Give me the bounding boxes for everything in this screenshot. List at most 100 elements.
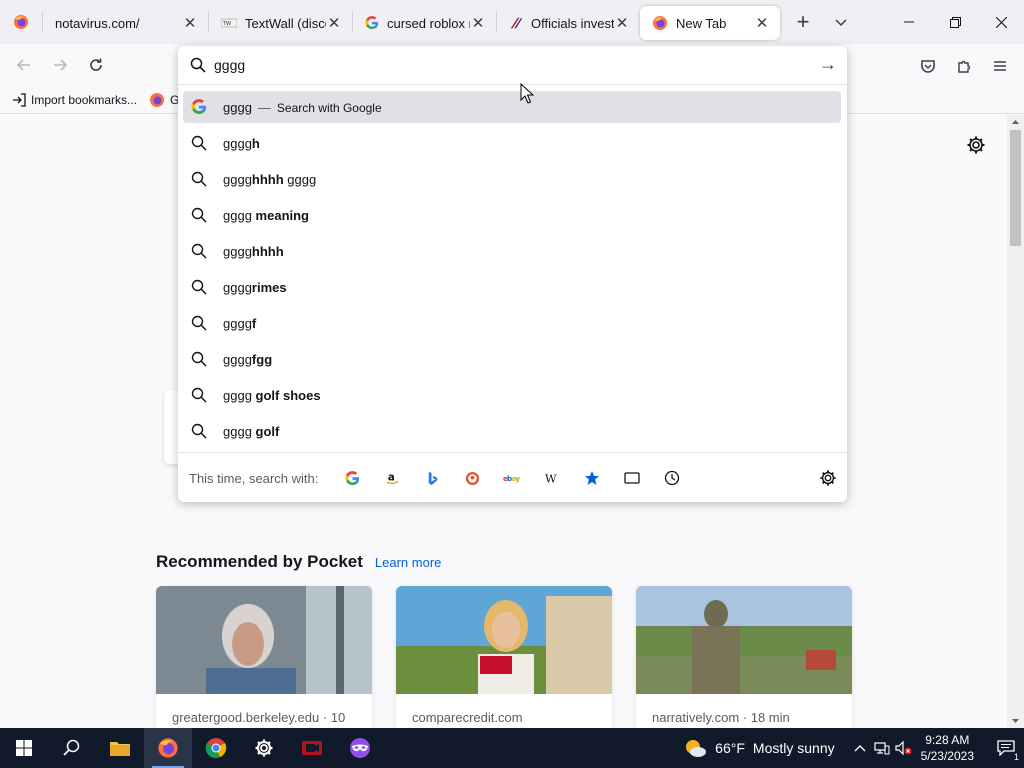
one-off-search-row: This time, search with: a ebay W xyxy=(178,461,847,495)
suggestion-row[interactable]: ggggfgg xyxy=(183,343,841,375)
svg-text:TW: TW xyxy=(222,21,231,27)
engine-ebay-button[interactable]: ebay xyxy=(492,463,532,493)
go-button[interactable]: → xyxy=(819,55,837,73)
engine-bing-button[interactable] xyxy=(412,463,452,493)
bing-icon xyxy=(428,471,438,485)
suggestion-completion: h xyxy=(251,135,260,151)
urlbar-popup: → gggg—Search with Googlegggghgggghhhh g… xyxy=(178,46,847,502)
suggestion-typed: gggg xyxy=(223,135,252,151)
private-browsing-taskbar-button[interactable] xyxy=(336,728,384,768)
pocket-button[interactable] xyxy=(910,48,946,84)
suggestion-row[interactable]: ggggf xyxy=(183,307,841,339)
suggestion-typed: gggg xyxy=(223,243,252,259)
suggestion-typed: gggg xyxy=(223,315,252,331)
scrollbar-thumb[interactable] xyxy=(1010,130,1021,246)
forward-button[interactable] xyxy=(42,47,78,83)
pocket-header: Recommended by Pocket Learn more xyxy=(156,552,441,572)
amazon-icon: a xyxy=(386,471,399,484)
mouse-cursor-icon xyxy=(520,83,534,104)
suggestion-row[interactable]: gggg — Search with Google xyxy=(183,91,841,123)
network-button[interactable] xyxy=(871,728,893,768)
scroll-up-icon[interactable] xyxy=(1007,115,1024,129)
suggestion-row[interactable]: ggggh xyxy=(183,127,841,159)
history-search-button[interactable] xyxy=(652,463,692,493)
suggestion-row[interactable]: gggg golf xyxy=(183,415,841,447)
tab-new-tab[interactable]: New Tab ✕ xyxy=(640,6,780,40)
suggestion-action: Search with Google xyxy=(276,100,382,115)
minimize-button[interactable] xyxy=(886,0,932,44)
pocket-card[interactable]: narratively.com · 18 min xyxy=(636,586,852,728)
screen-recorder-taskbar-button[interactable] xyxy=(288,728,336,768)
suggestion-typed: gggg xyxy=(223,99,252,115)
volume-button[interactable] xyxy=(893,728,915,768)
reload-button[interactable] xyxy=(78,47,114,83)
folder-icon xyxy=(110,742,130,756)
back-button[interactable] xyxy=(6,47,42,83)
close-icon[interactable]: ✕ xyxy=(470,14,486,32)
tab-officials-investigate[interactable]: Officials investig ✕ xyxy=(497,6,640,40)
app-menu-button[interactable] xyxy=(982,48,1018,84)
bookmarks-search-button[interactable] xyxy=(572,463,612,493)
close-icon[interactable]: ✕ xyxy=(614,14,630,32)
suggestion-row[interactable]: gggghhhh xyxy=(183,235,841,267)
scroll-down-icon[interactable] xyxy=(1007,714,1024,728)
firefox-icon xyxy=(14,15,28,29)
tab-title: TextWall (discon xyxy=(245,15,326,31)
restore-button[interactable] xyxy=(932,0,978,44)
settings-taskbar-button[interactable] xyxy=(240,728,288,768)
close-icon[interactable]: ✕ xyxy=(754,14,770,32)
tabs-search-button[interactable] xyxy=(612,463,652,493)
search-button[interactable] xyxy=(48,728,96,768)
weather-widget[interactable]: 66°F Mostly sunny xyxy=(683,738,835,758)
urlbar-input-row: → xyxy=(178,46,847,84)
duckduckgo-icon xyxy=(465,471,479,485)
pocket-card[interactable]: greatergood.berkeley.edu · 10 xyxy=(156,586,372,728)
start-button[interactable] xyxy=(0,728,48,768)
suggestion-row[interactable]: gggg meaning xyxy=(183,199,841,231)
network-icon xyxy=(874,742,890,755)
windows-logo-icon xyxy=(16,740,32,756)
suggestion-row[interactable]: gggghhhh gggg xyxy=(183,163,841,195)
engine-wikipedia-button[interactable]: W xyxy=(532,463,572,493)
clock[interactable]: 9:28 AM 5/23/2023 xyxy=(921,732,974,764)
chrome-taskbar-button[interactable] xyxy=(192,728,240,768)
show-hidden-icons-button[interactable] xyxy=(849,728,871,768)
minimize-icon xyxy=(904,21,914,23)
firefox-taskbar-button[interactable] xyxy=(144,728,192,768)
suggestion-row[interactable]: ggggrimes xyxy=(183,271,841,303)
divider xyxy=(178,84,847,85)
pocket-card[interactable]: comparecredit.com xyxy=(396,586,612,728)
tab-notavirus[interactable]: notavirus.com/ ✕ xyxy=(43,6,208,40)
card-source: comparecredit.com xyxy=(412,710,523,725)
new-tab-button[interactable]: + xyxy=(784,0,822,44)
tab-textwall[interactable]: TW TextWall (discon ✕ xyxy=(209,6,352,40)
url-input[interactable] xyxy=(214,55,804,75)
learn-more-link[interactable]: Learn more xyxy=(375,555,441,570)
extensions-button[interactable] xyxy=(946,48,982,84)
close-icon[interactable]: ✕ xyxy=(326,14,342,32)
tab-title: New Tab xyxy=(676,15,727,31)
suggestion-row[interactable]: gggg golf shoes xyxy=(183,379,841,411)
gear-icon[interactable] xyxy=(819,469,837,487)
engine-google-button[interactable] xyxy=(332,463,372,493)
import-bookmarks-button[interactable]: Import bookmarks... xyxy=(12,93,137,107)
firefox-view-button[interactable] xyxy=(0,0,42,44)
weather-sun-cloud-icon xyxy=(686,740,707,757)
file-explorer-button[interactable] xyxy=(96,728,144,768)
search-icon xyxy=(191,351,207,367)
notifications-button[interactable]: 1 xyxy=(988,728,1024,768)
bookmark-item[interactable]: G xyxy=(149,92,179,108)
suggestion-completion: fgg xyxy=(251,351,273,367)
gear-icon[interactable] xyxy=(966,135,986,155)
tab-cursed-roblox[interactable]: cursed roblox m ✕ xyxy=(353,6,496,40)
page-scrollbar[interactable] xyxy=(1007,115,1024,728)
list-all-tabs-button[interactable] xyxy=(822,0,860,44)
suggestion-text: gggghhhh xyxy=(223,244,284,259)
engine-duckduckgo-button[interactable] xyxy=(452,463,492,493)
suggestion-text: gggg — Search with Google xyxy=(223,100,382,115)
engine-amazon-button[interactable]: a xyxy=(372,463,412,493)
close-window-button[interactable] xyxy=(978,0,1024,44)
suggestion-completion: rimes xyxy=(251,279,287,295)
close-icon[interactable]: ✕ xyxy=(182,14,198,32)
suggestion-completion: golf xyxy=(255,423,280,439)
